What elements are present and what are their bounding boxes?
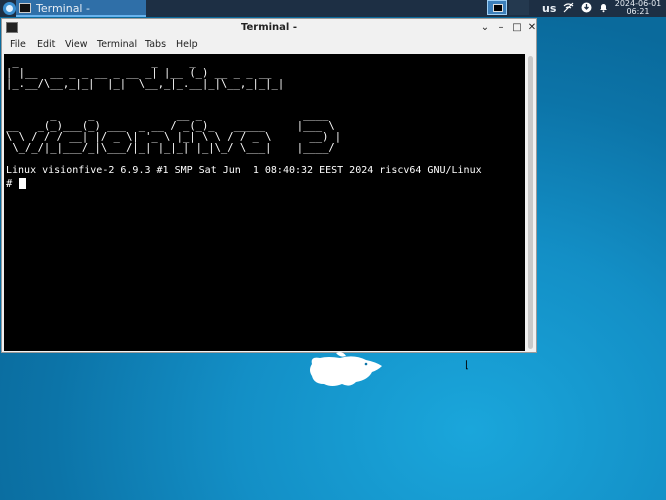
- terminal-icon: [19, 3, 31, 13]
- clock[interactable]: 2024-06-01 06:21: [612, 0, 664, 16]
- banner-line: |_.__/\__,_|_| |_| \__,_|_.__|_|\__,_|_|…: [6, 78, 291, 90]
- applications-menu-icon[interactable]: [3, 2, 16, 15]
- menu-view[interactable]: View: [65, 39, 88, 50]
- window-menu-chevron-icon[interactable]: ⌄: [478, 21, 492, 35]
- maximize-button[interactable]: □: [510, 21, 524, 35]
- network-disconnected-icon[interactable]: [563, 2, 574, 16]
- menu-tabs[interactable]: Tabs: [145, 39, 166, 50]
- text-cursor: [19, 178, 26, 189]
- taskbar-item-label: Terminal -: [36, 2, 90, 15]
- menu-edit[interactable]: Edit: [37, 39, 55, 50]
- menu-help[interactable]: Help: [176, 39, 198, 50]
- window-title: Terminal -: [241, 22, 297, 33]
- taskbar-item-terminal[interactable]: Terminal -: [16, 0, 146, 17]
- menu-terminal[interactable]: Terminal: [97, 39, 137, 50]
- minimize-button[interactable]: –: [494, 21, 508, 35]
- scrollbar[interactable]: [526, 54, 535, 351]
- terminal-window: Terminal - ⌄ – □ ✕ File Edit View Termin…: [1, 18, 537, 371]
- shell-prompt: #: [6, 178, 13, 190]
- uname-output: Linux visionfive-2 6.9.3 #1 SMP Sat Jun …: [6, 165, 482, 176]
- workspace-1-button[interactable]: [487, 0, 507, 15]
- window-titlebar[interactable]: Terminal - ⌄ – □ ✕: [2, 19, 536, 38]
- close-button[interactable]: ✕: [525, 21, 539, 35]
- workspace-2-button[interactable]: [509, 0, 529, 15]
- menubar: File Edit View Terminal Tabs Help: [2, 39, 536, 53]
- menu-file[interactable]: File: [10, 39, 26, 50]
- top-panel: Terminal - us 2024-06-01 06:21: [0, 0, 666, 17]
- clock-time: 06:21: [626, 7, 650, 16]
- scrollbar-thumb[interactable]: [528, 56, 533, 349]
- terminal-output[interactable]: _ _ _ | |__ __ _ _ __ _ __ _| |__ (_) __…: [4, 54, 525, 351]
- updates-icon[interactable]: [581, 2, 592, 16]
- banner-line: \_/_/|_|___/_|\___/|_| |_|_| |_|\_/ \___…: [6, 142, 342, 154]
- mouse-ibeam-cursor-icon: ⌊: [465, 360, 469, 371]
- keyboard-layout-indicator[interactable]: us: [542, 2, 556, 15]
- notifications-bell-icon[interactable]: [598, 2, 609, 16]
- xfce-mouse-logo-icon: [310, 352, 382, 386]
